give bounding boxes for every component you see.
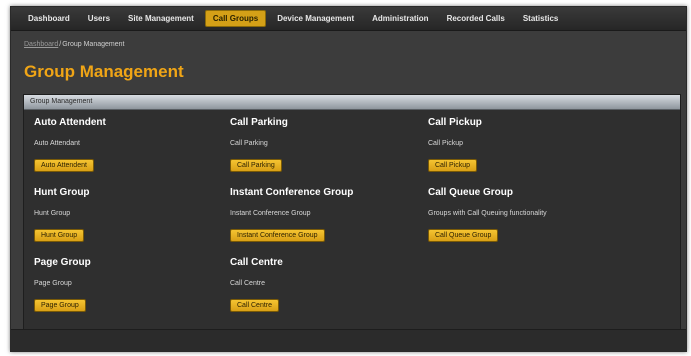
group-call-parking: Call Parking Call Parking Call Parking (226, 117, 424, 187)
call-parking-button[interactable]: Call Parking (230, 159, 282, 172)
group-description: Call Pickup (428, 140, 464, 147)
group-description: Groups with Call Queuing functionality (428, 210, 547, 217)
footer-bar (11, 329, 686, 351)
page-title: Group Management (24, 62, 184, 81)
group-grid: Auto Attendent Auto Attendant Auto Atten… (30, 117, 670, 327)
breadcrumb: Dashboard/Group Management (24, 41, 124, 48)
group-title: Page Group (34, 257, 91, 268)
breadcrumb-current: Group Management (62, 41, 125, 48)
nav-users[interactable]: Users (81, 11, 117, 26)
nav-device-management[interactable]: Device Management (270, 11, 361, 26)
group-description: Call Centre (230, 280, 266, 287)
nav-site-management[interactable]: Site Management (121, 11, 201, 26)
group-description: Hunt Group (34, 210, 71, 217)
call-queue-group-button[interactable]: Call Queue Group (428, 229, 499, 242)
group-call-queue: Call Queue Group Groups with Call Queuin… (424, 187, 664, 257)
group-title: Call Pickup (428, 117, 482, 128)
group-title: Auto Attendent (34, 117, 106, 128)
nav-administration[interactable]: Administration (365, 11, 435, 26)
nav-statistics[interactable]: Statistics (516, 11, 566, 26)
group-auto-attendent: Auto Attendent Auto Attendant Auto Atten… (30, 117, 226, 187)
group-title: Call Centre (230, 257, 283, 268)
group-page-group: Page Group Page Group Page Group (30, 257, 226, 327)
nav-call-groups[interactable]: Call Groups (204, 10, 267, 27)
group-management-panel: Group Management Auto Attendent Auto Att… (23, 94, 681, 331)
nav-recorded-calls[interactable]: Recorded Calls (440, 11, 512, 26)
group-title: Instant Conference Group (230, 187, 354, 198)
group-description: Instant Conference Group (230, 210, 311, 217)
group-call-centre: Call Centre Call Centre Call Centre (226, 257, 424, 327)
auto-attendent-button[interactable]: Auto Attendent (34, 159, 94, 172)
group-description: Page Group (34, 280, 72, 287)
group-title: Call Parking (230, 117, 288, 128)
group-description: Auto Attendant (34, 140, 80, 147)
group-call-pickup: Call Pickup Call Pickup Call Pickup (424, 117, 664, 187)
call-centre-button[interactable]: Call Centre (230, 299, 280, 312)
panel-header: Group Management (24, 95, 680, 110)
hunt-group-button[interactable]: Hunt Group (34, 229, 85, 242)
nav-dashboard[interactable]: Dashboard (21, 11, 77, 26)
breadcrumb-home-link[interactable]: Dashboard (24, 41, 58, 48)
group-description: Call Parking (230, 140, 268, 147)
group-hunt-group: Hunt Group Hunt Group Hunt Group (30, 187, 226, 257)
group-title: Call Queue Group (428, 187, 514, 198)
instant-conference-group-button[interactable]: Instant Conference Group (230, 229, 325, 242)
call-pickup-button[interactable]: Call Pickup (428, 159, 478, 172)
page-group-button[interactable]: Page Group (34, 299, 86, 312)
top-nav: Dashboard Users Site Management Call Gro… (11, 7, 686, 31)
group-instant-conference: Instant Conference Group Instant Confere… (226, 187, 424, 257)
app-window: Dashboard Users Site Management Call Gro… (10, 6, 687, 352)
group-title: Hunt Group (34, 187, 90, 198)
